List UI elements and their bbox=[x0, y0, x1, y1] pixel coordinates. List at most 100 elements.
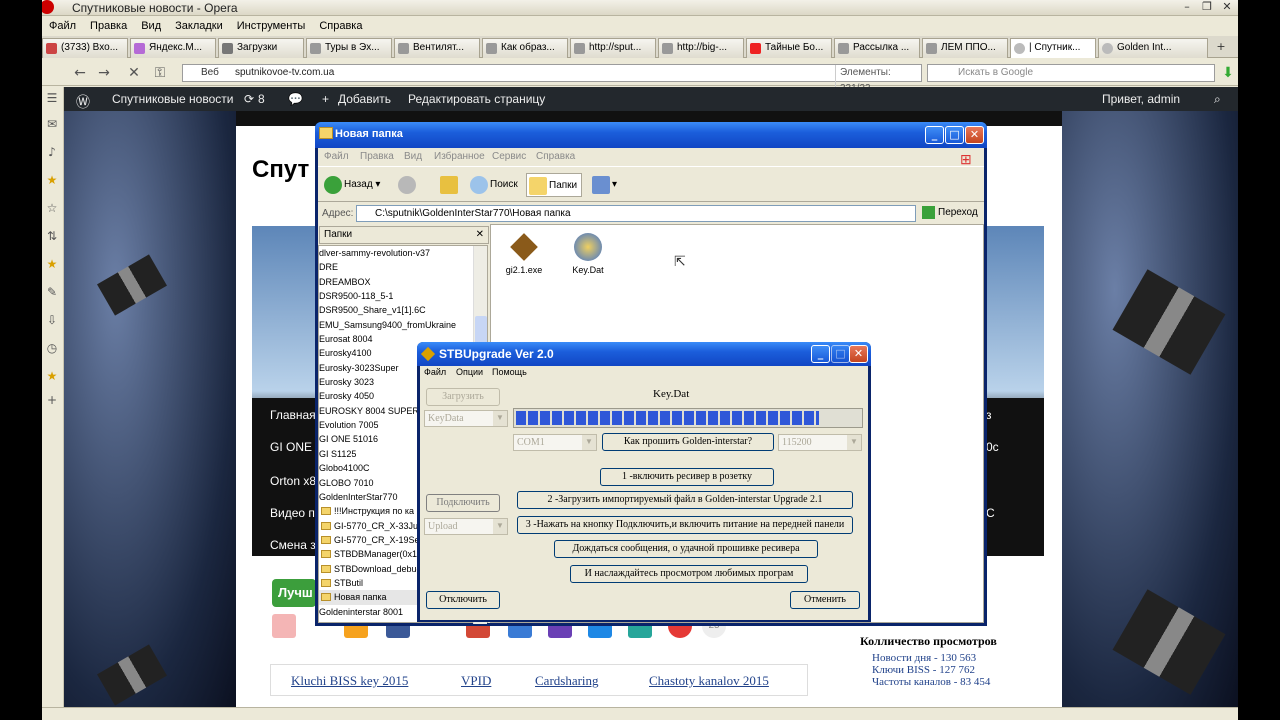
tab-fans[interactable]: Вентилят... bbox=[394, 38, 480, 58]
menu-help[interactable]: Справка bbox=[312, 17, 369, 35]
music-icon[interactable]: ♪ bbox=[45, 145, 59, 159]
views-button[interactable]: ▾ bbox=[590, 173, 620, 197]
folders-button[interactable]: Папки bbox=[526, 173, 582, 197]
forward-button[interactable] bbox=[396, 173, 426, 197]
link-biss-keys[interactable]: Kluchi BISS key 2015 bbox=[291, 673, 408, 689]
stb-menu-help[interactable]: Помощь bbox=[492, 367, 527, 377]
stop-icon[interactable]: ✕ bbox=[126, 65, 142, 81]
tab-big[interactable]: http://big-... bbox=[658, 38, 744, 58]
updates-icon[interactable]: ⟳ bbox=[244, 92, 254, 106]
tab-sputnik-active[interactable]: | Спутник... bbox=[1010, 38, 1096, 58]
stb-menu-file[interactable]: Файл bbox=[424, 367, 446, 377]
stb-titlebar[interactable]: STBUpgrade Ver 2.0 _ □ ✕ bbox=[417, 342, 871, 366]
menu-file[interactable]: Файл bbox=[42, 17, 83, 35]
nav-orton[interactable]: Orton x8 bbox=[270, 474, 316, 488]
star-icon[interactable]: ★ bbox=[45, 173, 59, 187]
step2-button[interactable]: 2 -Загрузить импортируемый файл в Golden… bbox=[517, 491, 853, 509]
key-icon[interactable]: ⚿ bbox=[152, 65, 168, 81]
disconnect-button[interactable]: Отключить bbox=[426, 591, 500, 609]
mail-icon[interactable]: ✉ bbox=[45, 117, 59, 131]
add-panel-icon[interactable]: + bbox=[45, 393, 59, 407]
add-icon[interactable]: + bbox=[322, 92, 329, 106]
up-button[interactable] bbox=[438, 173, 462, 197]
close-pane-icon[interactable]: ✕ bbox=[476, 227, 484, 243]
link-cardsharing[interactable]: Cardsharing bbox=[535, 673, 599, 689]
maximize-icon[interactable]: □ bbox=[945, 126, 964, 144]
tab-inbox[interactable]: (3733) Вхо... bbox=[42, 38, 128, 58]
search-icon[interactable]: ⌕ bbox=[1214, 92, 1221, 107]
wp-updates-count[interactable]: 8 bbox=[258, 92, 265, 106]
cancel-button[interactable]: Отменить bbox=[790, 591, 860, 609]
link-frequencies[interactable]: Chastoty kanalov 2015 bbox=[649, 673, 769, 689]
step3-button[interactable]: 3 -Нажать на кнопку Подключить,и включит… bbox=[517, 516, 853, 534]
forward-icon[interactable]: → bbox=[96, 65, 112, 81]
transfer-icon[interactable]: ⇅ bbox=[45, 229, 59, 243]
share-cart-icon[interactable] bbox=[272, 614, 296, 638]
address-field[interactable]: C:\sputnik\GoldenInterStar770\Новая папк… bbox=[356, 205, 916, 222]
best-button[interactable]: Лучш bbox=[272, 579, 316, 607]
com-port-select[interactable]: COM1 ▼ bbox=[513, 434, 597, 451]
download-arrow-icon[interactable]: ⬇ bbox=[1220, 65, 1236, 81]
nav-video[interactable]: Видео п bbox=[270, 506, 315, 520]
step5-button[interactable]: И наслаждайтесь просмотром любимых прогр… bbox=[570, 565, 808, 583]
load-button[interactable]: Загрузить bbox=[426, 388, 500, 406]
ex-menu-edit[interactable]: Правка bbox=[360, 151, 394, 162]
menu-tools[interactable]: Инструменты bbox=[230, 17, 313, 35]
close-icon[interactable]: ✕ bbox=[965, 126, 984, 144]
downloads-icon[interactable]: ⇩ bbox=[45, 313, 59, 327]
tab-youtube[interactable]: Тайные Бо... bbox=[746, 38, 832, 58]
tree-item[interactable]: DSR9500-118_5-1 bbox=[319, 289, 473, 303]
go-arrow-icon[interactable] bbox=[922, 206, 935, 219]
ex-menu-view[interactable]: Вид bbox=[404, 151, 422, 162]
tab-yandex[interactable]: Яндекс.М... bbox=[130, 38, 216, 58]
tab-tours[interactable]: Туры в Эх... bbox=[306, 38, 392, 58]
tree-item[interactable]: DRE bbox=[319, 260, 473, 274]
tree-item[interactable]: EMU_Samsung9400_fromUkraine bbox=[319, 318, 473, 332]
minimize-icon[interactable]: _ bbox=[925, 126, 944, 144]
wordpress-logo-icon[interactable]: Ⓦ bbox=[76, 92, 90, 112]
baud-rate-select[interactable]: 115200 ▼ bbox=[778, 434, 862, 451]
views-item[interactable]: Новости дня - 130 563 bbox=[860, 652, 1050, 664]
restore-icon[interactable]: ❐ bbox=[1198, 0, 1216, 14]
star-outline-icon[interactable]: ☆ bbox=[45, 201, 59, 215]
ex-menu-help[interactable]: Справка bbox=[536, 151, 575, 162]
site-title[interactable]: Спут bbox=[252, 156, 309, 184]
nav-gi-one[interactable]: GI ONE bbox=[270, 440, 312, 454]
back-button[interactable]: Назад ▾ bbox=[322, 173, 388, 197]
history-icon[interactable]: ◷ bbox=[45, 341, 59, 355]
nav-home[interactable]: Главная bbox=[270, 408, 316, 422]
ex-menu-favorites[interactable]: Избранное bbox=[434, 151, 485, 162]
tree-item[interactable]: DSR9500_Share_v1[1].6C bbox=[319, 303, 473, 317]
nav-right-item[interactable]: С bbox=[986, 506, 995, 520]
tree-item[interactable]: dlver-sammy-revolution-v37 bbox=[319, 246, 473, 260]
tab-mailing[interactable]: Рассылка ... bbox=[834, 38, 920, 58]
step1-button[interactable]: 1 -включить ресивер в розетку bbox=[600, 468, 774, 486]
step4-button[interactable]: Дождаться сообщения, о удачной прошивке … bbox=[554, 540, 818, 558]
ex-menu-file[interactable]: Файл bbox=[324, 151, 349, 162]
tab-downloads[interactable]: Загрузки bbox=[218, 38, 304, 58]
howto-button[interactable]: Как прошить Golden-interstar? bbox=[602, 433, 774, 451]
menu-edit[interactable]: Правка bbox=[83, 17, 134, 35]
back-icon[interactable]: ← bbox=[72, 65, 88, 81]
search-button[interactable]: Поиск bbox=[468, 173, 522, 197]
wp-edit-page[interactable]: Редактировать страницу bbox=[408, 92, 545, 106]
link-vpid[interactable]: VPID bbox=[461, 673, 491, 689]
wp-add[interactable]: Добавить bbox=[338, 92, 391, 106]
nav-change[interactable]: Смена з bbox=[270, 538, 316, 552]
keydata-select[interactable]: KeyData ▼ bbox=[424, 410, 508, 427]
widget-icon[interactable]: ★ bbox=[45, 369, 59, 383]
wp-site-name[interactable]: Спутниковые новости bbox=[112, 92, 233, 106]
views-item[interactable]: Частоты каналов - 83 454 bbox=[860, 676, 1050, 688]
comments-icon[interactable]: 💬 bbox=[288, 92, 303, 106]
favorite-icon[interactable]: ★ bbox=[45, 257, 59, 271]
menu-bookmarks[interactable]: Закладки bbox=[168, 17, 230, 35]
connect-button[interactable]: Подключить bbox=[426, 494, 500, 512]
tab-golden[interactable]: Golden Int... bbox=[1098, 38, 1208, 58]
close-icon[interactable]: ✕ bbox=[1218, 0, 1236, 14]
stb-menu-options[interactable]: Опции bbox=[456, 367, 483, 377]
search-input[interactable]: Искать в Google bbox=[927, 64, 1215, 82]
upload-select[interactable]: Upload ▼ bbox=[424, 518, 508, 535]
tab-lem[interactable]: ЛЕМ ППО... bbox=[922, 38, 1008, 58]
ex-menu-tools[interactable]: Сервис bbox=[492, 151, 526, 162]
new-tab-icon[interactable]: + bbox=[1212, 40, 1230, 54]
